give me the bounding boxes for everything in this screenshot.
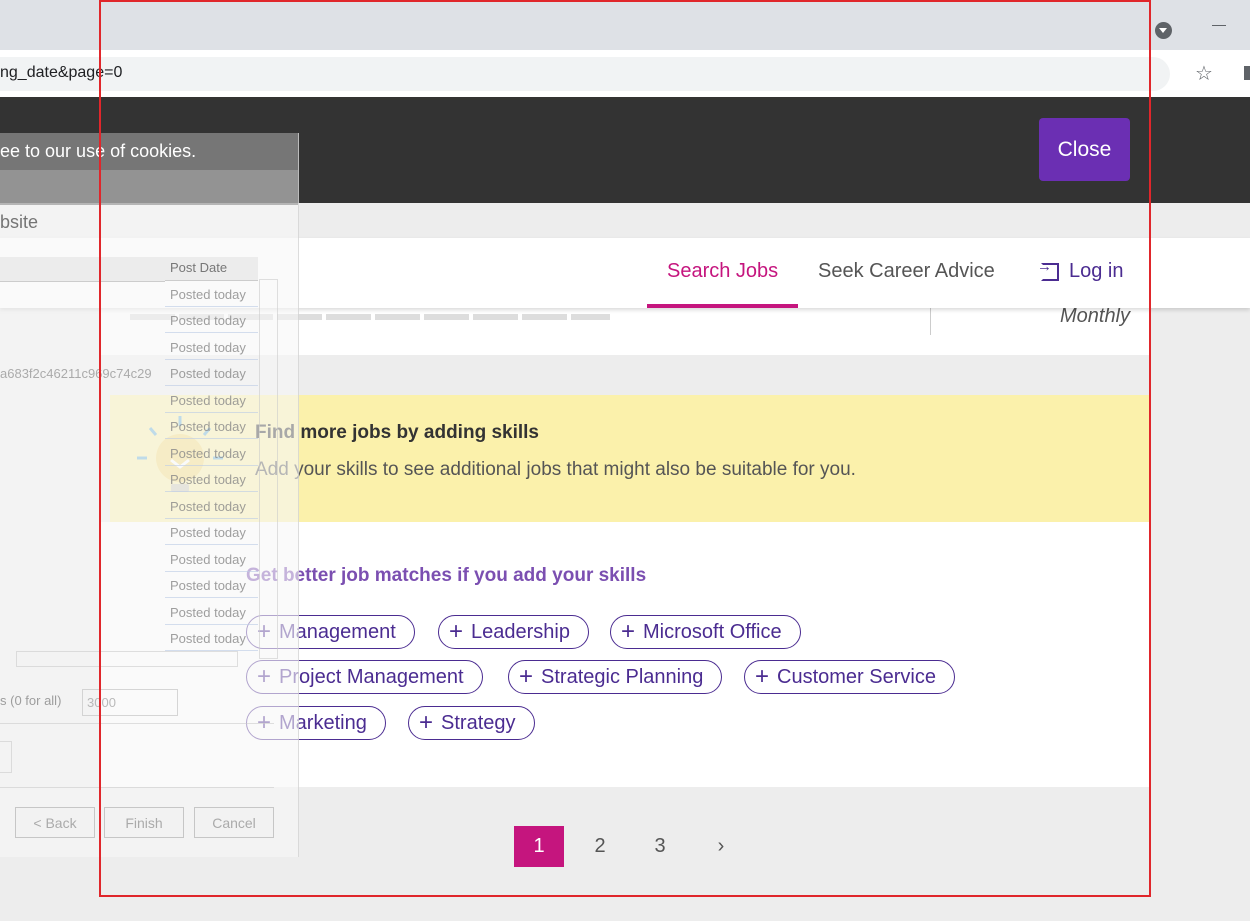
plus-icon: + [621, 618, 636, 645]
skill-chip-strategy[interactable]: + Strategy [408, 706, 535, 740]
card-divider [930, 308, 931, 335]
site-navigation: Search Jobs Seek Career Advice Log in [0, 238, 1250, 308]
skills-heading: Get better job matches if you add your s… [246, 565, 647, 586]
skill-chip-label: Strategy [441, 711, 516, 734]
cancel-button[interactable]: Cancel [194, 807, 274, 838]
skill-chip-marketing[interactable]: + Marketing [246, 706, 386, 740]
page-2[interactable]: 2 [575, 826, 625, 867]
skill-chip-label: Management [279, 620, 396, 643]
star-icon[interactable]: ☆ [1195, 62, 1213, 84]
table-row[interactable]: Posted today [165, 360, 258, 386]
cookie-close-button[interactable]: Close [1039, 118, 1130, 181]
skill-chip-leadership[interactable]: + Leadership [438, 615, 589, 649]
dialog-divider [0, 787, 274, 788]
page-1[interactable]: 1 [514, 826, 564, 867]
plus-icon: + [257, 709, 272, 736]
skills-section [100, 522, 1150, 787]
skill-chip-project-management[interactable]: + Project Management [246, 660, 483, 694]
skills-banner-text: Add your skills to see additional jobs t… [255, 459, 856, 480]
dialog-website-label: bsite [0, 212, 39, 232]
minimize-button[interactable] [1212, 25, 1226, 26]
address-bar[interactable] [0, 57, 1170, 91]
back-button[interactable]: < Back [15, 807, 95, 838]
skill-chip-label: Project Management [279, 665, 464, 688]
dialog-partial-button[interactable] [0, 741, 12, 773]
skill-chip-label: Customer Service [777, 665, 936, 688]
login-link[interactable]: Log in [1037, 258, 1124, 283]
skill-chip-label: Microsoft Office [643, 620, 782, 643]
browser-tab-strip [0, 0, 1250, 50]
plus-icon: + [257, 663, 272, 690]
extensions-icon[interactable] [1244, 66, 1250, 80]
skill-chip-label: Strategic Planning [541, 665, 704, 688]
salary-period: Monthly [1060, 305, 1131, 327]
skills-banner-title: Find more jobs by adding skills [255, 422, 539, 443]
next-page-icon[interactable]: › [696, 826, 746, 867]
skill-chip-customer-service[interactable]: + Customer Service [744, 660, 955, 694]
nav-active-indicator [647, 304, 798, 308]
finish-button[interactable]: Finish [104, 807, 184, 838]
lightbulb-icon [137, 416, 223, 492]
skill-chip-strategic-planning[interactable]: + Strategic Planning [508, 660, 723, 694]
skill-chip-microsoft-office[interactable]: + Microsoft Office [610, 615, 801, 649]
plus-icon: + [519, 663, 534, 690]
nav-career-advice[interactable]: Seek Career Advice [818, 260, 995, 283]
limit-label: s (0 for all) [0, 693, 62, 708]
profile-dropdown-icon[interactable] [1155, 22, 1172, 39]
plus-icon: + [449, 618, 464, 645]
skill-chip-label: Leadership [471, 620, 570, 643]
plus-icon: + [419, 709, 434, 736]
nav-search-jobs[interactable]: Search Jobs [667, 260, 778, 283]
address-bar-url[interactable]: ng_date&page=0 [0, 64, 122, 82]
login-label: Log in [1069, 260, 1124, 282]
skill-chip-management[interactable]: + Management [246, 615, 415, 649]
page-3[interactable]: 3 [635, 826, 685, 867]
loading-skeleton [130, 314, 610, 320]
table-cell-hash: a683f2c46211c969c74c29 [0, 366, 152, 381]
skill-chip-label: Marketing [279, 711, 367, 734]
plus-icon: + [257, 618, 272, 645]
login-icon [1037, 258, 1059, 281]
plus-icon: + [755, 663, 770, 690]
